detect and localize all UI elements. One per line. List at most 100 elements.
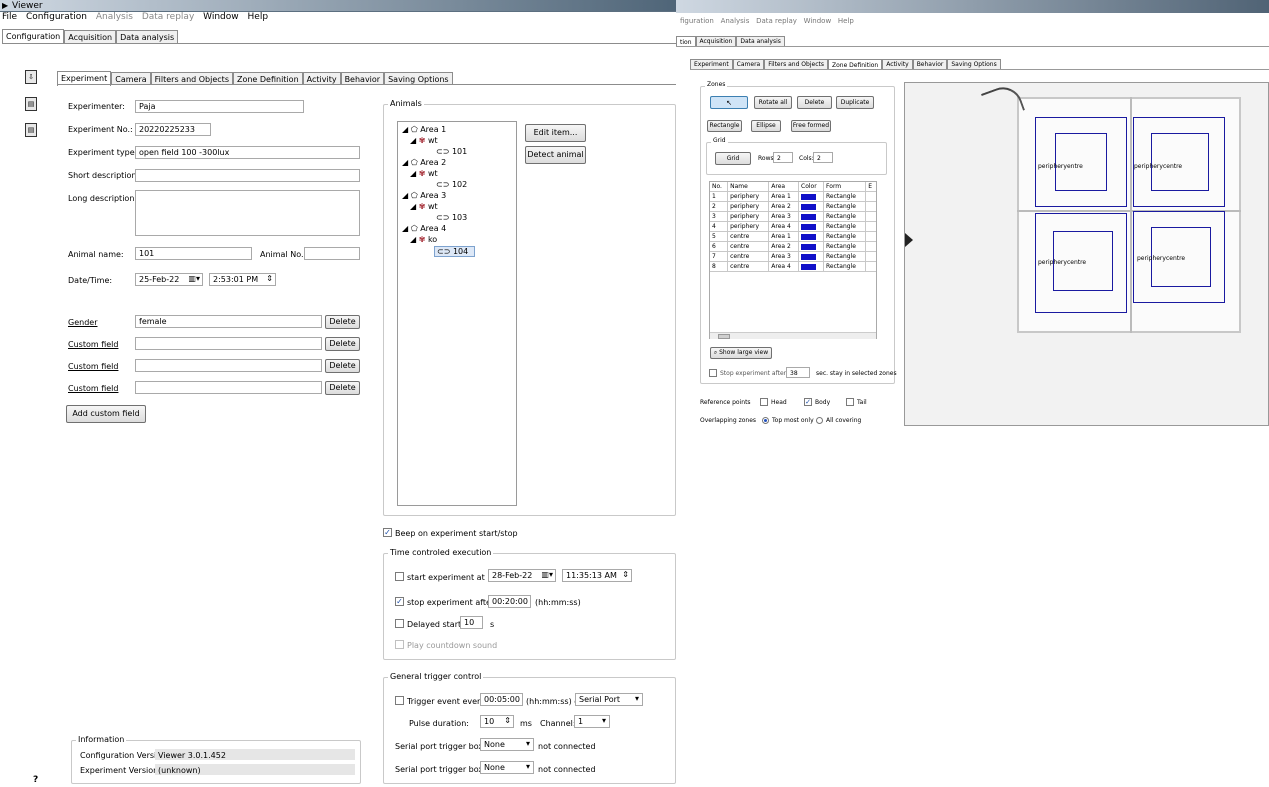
stop-exp-checkbox[interactable] [709,369,717,377]
pulse-duration-field[interactable]: 10 ⇕ [480,715,514,728]
tree-animal-104[interactable]: ⊂⊃ 104 [434,246,476,257]
menu-file[interactable]: File [2,12,17,22]
calendar-icon[interactable]: ▥▾ [188,274,200,284]
rows-field[interactable]: 2 [773,152,793,163]
start-at-checkbox[interactable] [395,572,404,581]
table-row[interactable]: 3 periphery Area 3 Rectangle [708,211,877,222]
start-time-spin-icon[interactable]: ⇕ [622,570,629,580]
tree-group-1[interactable]: ◢ ✾ wt [410,136,438,145]
trigger-every-checkbox[interactable] [395,696,404,705]
menu-data-replay[interactable]: Data replay [142,12,194,22]
zone-menu-window[interactable]: Window [804,17,832,25]
ellipse-button[interactable]: Ellipse [751,120,781,132]
table-row[interactable]: 8 centre Area 4 Rectangle [708,261,877,272]
trigger-box2-select[interactable]: None ▾ [480,761,534,774]
box2-dropdown-icon[interactable]: ▾ [526,762,530,772]
tree-area-3[interactable]: ◢ ⬠ Area 3 [402,191,446,200]
gender-field[interactable]: female [135,315,322,328]
tab-data-analysis[interactable]: Data analysis [116,30,179,43]
tab-acquisition[interactable]: Acquisition [64,30,117,43]
col-form[interactable]: Form [823,181,867,192]
experiment-no-field[interactable]: 20220225233 [135,123,211,136]
camera-view[interactable]: peripheryentre peripherycentre periphery… [904,81,1269,426]
all-covering-radio[interactable] [816,417,823,424]
channel-select[interactable]: 1 ▾ [574,715,610,728]
custom-field-2[interactable] [135,359,322,372]
start-date-picker[interactable]: 28-Feb-22 ▥▾ [488,569,556,582]
rotate-all-button[interactable]: Rotate all [754,96,792,109]
menu-help[interactable]: Help [248,12,269,22]
free-formed-button[interactable]: Free formed [791,120,831,132]
tree-area-2[interactable]: ◢ ⬠ Area 2 [402,158,446,167]
custom-field-link-2[interactable]: Custom field [68,362,118,371]
save-config-icon[interactable]: ▤ [25,97,37,111]
tree-area-4[interactable]: ◢ ⬠ Area 4 [402,224,446,233]
table-row[interactable]: 7 centre Area 3 Rectangle [708,251,877,262]
rectangle-button[interactable]: Rectangle [707,120,742,132]
edit-item-button[interactable]: Edit item... [525,124,586,142]
gender-link[interactable]: Gender [68,318,97,327]
menu-analysis[interactable]: Analysis [96,12,133,22]
custom-field-3[interactable] [135,381,322,394]
col-e[interactable]: E [865,181,877,192]
trigger-box1-select[interactable]: None ▾ [480,738,534,751]
centre-zone-1[interactable] [1055,133,1107,191]
zone-menu-analysis[interactable]: Analysis [721,17,750,25]
tab-configuration[interactable]: Configuration [2,29,65,44]
zone-subtab-filters[interactable]: Filters and Objects [764,59,828,69]
tree-group-4[interactable]: ◢ ✾ ko [410,235,437,244]
detect-animal-button[interactable]: Detect animal [525,146,586,164]
time-field[interactable]: 2:53:01 PM ⇕ [209,273,276,286]
start-time-field[interactable]: 11:35:13 AM ⇕ [562,569,632,582]
zone-menu-configuration[interactable]: figuration [680,17,714,25]
long-description-field[interactable] [135,190,360,236]
zone-menu-help[interactable]: Help [838,17,854,25]
date-picker[interactable]: 25-Feb-22 ▥▾ [135,273,203,286]
zone-subtab-camera[interactable]: Camera [732,59,765,69]
stop-after-checkbox[interactable]: ✓ [395,597,404,606]
start-calendar-icon[interactable]: ▥▾ [541,570,553,580]
horizontal-scrollbar[interactable] [710,332,876,339]
delayed-start-checkbox[interactable] [395,619,404,628]
experiment-type-field[interactable]: open field 100 -300lux [135,146,360,159]
pulse-spin-icon[interactable]: ⇕ [504,716,511,726]
tree-animal-102[interactable]: ⊂⊃ 102 [436,180,467,189]
add-custom-field-button[interactable]: Add custom field [66,405,146,423]
load-config-icon[interactable]: ⇩ [25,70,37,84]
tree-area-1[interactable]: ◢ ⬠ Area 1 [402,125,446,134]
table-row[interactable]: 4 periphery Area 4 Rectangle [708,221,877,232]
tree-animal-103[interactable]: ⊂⊃ 103 [436,213,467,222]
table-row[interactable]: 6 centre Area 2 Rectangle [708,241,877,252]
experimenter-field[interactable]: Paja [135,100,304,113]
col-name[interactable]: Name [727,181,770,192]
body-checkbox[interactable]: ✓ [804,398,812,406]
head-checkbox[interactable] [760,398,768,406]
select-tool-button[interactable]: ↖ [710,96,748,109]
delete-gender-button[interactable]: Delete [325,315,360,329]
zone-menu-data-replay[interactable]: Data replay [756,17,797,25]
port-dropdown-icon[interactable]: ▾ [635,694,639,704]
menu-configuration[interactable]: Configuration [26,12,87,22]
beep-checkbox[interactable]: ✓ [383,528,392,537]
delayed-start-field[interactable]: 10 [460,616,483,629]
tree-group-3[interactable]: ◢ ✾ wt [410,202,438,211]
channel-dropdown-icon[interactable]: ▾ [602,716,606,726]
trigger-port-select[interactable]: Serial Port ▾ [575,693,643,706]
table-row[interactable]: 2 periphery Area 2 Rectangle [708,201,877,212]
stop-sec-field[interactable]: 38 [786,367,810,378]
custom-field-link-1[interactable]: Custom field [68,340,118,349]
delete-custom-1-button[interactable]: Delete [325,337,360,351]
stop-after-field[interactable]: 00:20:00 [488,595,531,608]
table-row[interactable]: 5 centre Area 1 Rectangle [708,231,877,242]
zones-table[interactable]: No. Name Area Color Form E 1 periphery Are… [708,181,877,272]
countdown-checkbox[interactable] [395,640,404,649]
animal-no-field[interactable] [304,247,360,260]
custom-field-1[interactable] [135,337,322,350]
animal-tree[interactable]: ◢ ⬠ Area 1 ◢ ✾ wt ⊂⊃ 101 ◢ ⬠ Area 2 ◢ ✾ … [397,121,517,506]
short-description-field[interactable] [135,169,360,182]
centre-zone-2[interactable] [1151,133,1209,191]
grid-button[interactable]: Grid [715,152,751,165]
box1-dropdown-icon[interactable]: ▾ [526,739,530,749]
delete-custom-3-button[interactable]: Delete [325,381,360,395]
zone-subtab-saving[interactable]: Saving Options [947,59,1001,69]
